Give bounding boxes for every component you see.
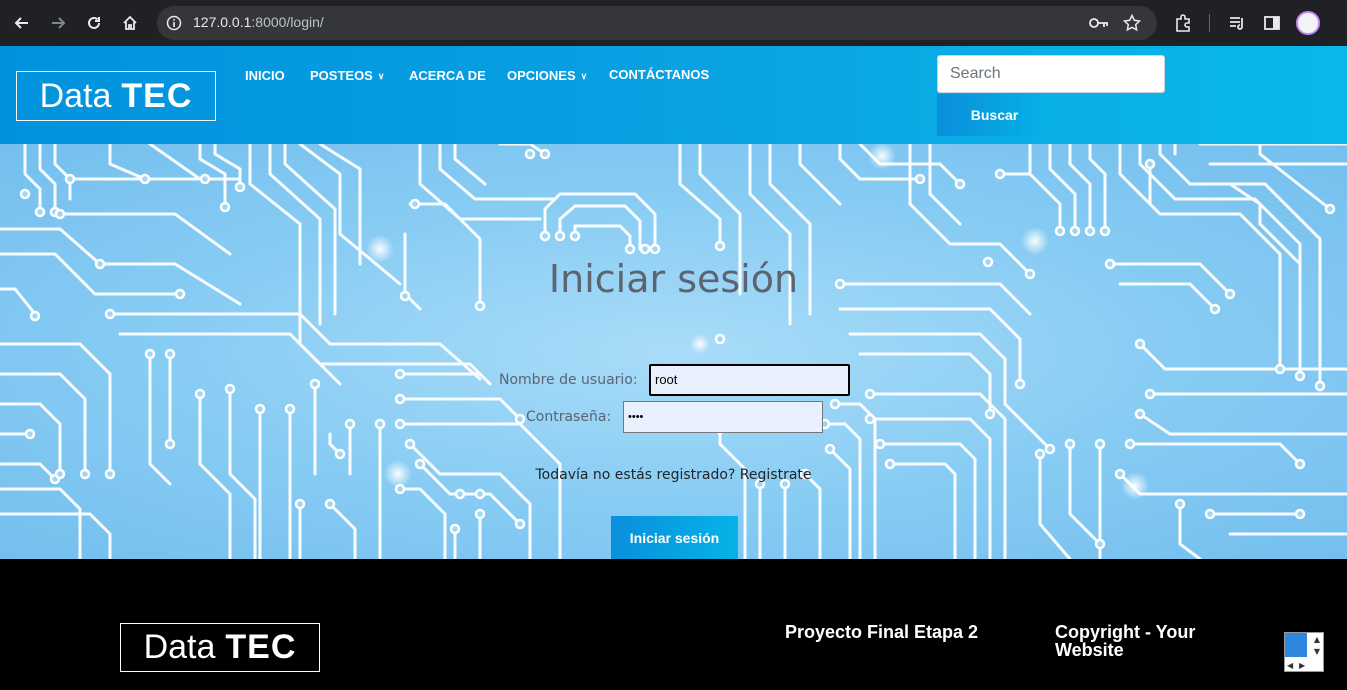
sidebar-icon[interactable] <box>1260 11 1284 35</box>
username-input[interactable]: root <box>649 364 850 396</box>
password-value: •••• <box>628 411 644 423</box>
nav-posteos-label: POSTEOS <box>310 68 373 83</box>
key-icon[interactable] <box>1089 13 1109 33</box>
nav-inicio-label: INICIO <box>245 68 285 83</box>
chevron-left-icon[interactable]: ◀ <box>1287 661 1293 670</box>
nav-opciones-label: OPCIONES <box>507 68 576 83</box>
chevron-down-icon: ∨ <box>377 71 385 81</box>
login-section: Iniciar sesión Nombre de usuario: root C… <box>0 144 1347 559</box>
login-button-label: Iniciar sesión <box>629 529 720 546</box>
nav-acerca-de-label: ACERCA DE <box>409 68 486 83</box>
browser-toolbar: 127.0.0.1:8000/login/ <box>0 0 1347 46</box>
chevron-up-icon[interactable]: ▲ <box>1314 635 1320 644</box>
chevron-down-icon[interactable]: ▼ <box>1314 647 1320 656</box>
chevron-right-icon[interactable]: ▶ <box>1299 661 1305 670</box>
search-input[interactable]: Search <box>937 55 1165 93</box>
nav-contactanos[interactable]: CONTÁCTANOS <box>609 67 709 82</box>
username-label: Nombre de usuario: <box>499 372 638 388</box>
reload-icon[interactable] <box>82 11 106 35</box>
chevron-down-icon: ∨ <box>580 71 588 81</box>
home-icon[interactable] <box>118 11 142 35</box>
forward-icon[interactable] <box>46 11 70 35</box>
footer-logo[interactable]: Data TEC <box>120 623 320 672</box>
url-path: :8000/login/ <box>251 14 324 30</box>
logo-text-bold: TEC <box>121 76 193 115</box>
login-button[interactable]: Iniciar sesión <box>611 516 738 559</box>
url-host: 127.0.0.1 <box>193 14 252 30</box>
circuit-background <box>0 144 1347 559</box>
register-text: Todavía no estás registrado? <box>535 467 736 483</box>
register-prompt: Todavía no estás registrado? Registrate <box>0 467 1347 483</box>
address-bar[interactable]: 127.0.0.1:8000/login/ <box>157 6 1157 40</box>
footer-copyright: Copyright - Your Website <box>1055 623 1195 659</box>
site-footer: Data TEC Proyecto Final Etapa 2 Copyrigh… <box>0 559 1347 690</box>
register-link[interactable]: Registrate <box>740 467 812 483</box>
profile-avatar[interactable] <box>1296 11 1320 35</box>
back-icon[interactable] <box>10 11 34 35</box>
password-label: Contraseña: <box>526 409 612 425</box>
site-logo[interactable]: Data TEC <box>16 71 216 121</box>
toolbar-divider <box>1209 14 1210 32</box>
footer-logo-text-light: Data <box>143 628 216 666</box>
login-title: Iniciar sesión <box>548 257 799 301</box>
footer-copyright-line2: Website <box>1055 640 1124 660</box>
footer-logo-text-bold: TEC <box>225 628 297 666</box>
nav-opciones[interactable]: OPCIONES ∨ <box>507 68 587 83</box>
star-icon[interactable] <box>1122 13 1142 33</box>
logo-text-light: Data <box>39 76 112 115</box>
search-button-label: Buscar <box>970 107 1019 123</box>
nav-inicio[interactable]: INICIO <box>245 68 285 83</box>
nav-acerca-de[interactable]: ACERCA DE <box>409 68 486 83</box>
nav-contactanos-label: CONTÁCTANOS <box>609 67 710 82</box>
username-value: root <box>655 372 678 387</box>
extensions-icon[interactable] <box>1171 11 1195 35</box>
search-button[interactable]: Buscar <box>937 94 1052 136</box>
media-icon[interactable] <box>1225 11 1249 35</box>
site-header: Data TEC INICIO POSTEOS ∨ ACERCA DE OPCIO… <box>0 46 1347 144</box>
info-icon[interactable] <box>165 14 183 32</box>
nav-posteos[interactable]: POSTEOS ∨ <box>310 68 384 83</box>
password-input[interactable]: •••• <box>623 401 823 433</box>
footer-project: Proyecto Final Etapa 2 <box>785 622 979 642</box>
url-text: 127.0.0.1:8000/login/ <box>193 14 324 30</box>
scroll-widget[interactable]: ▲ ▼ ◀ ▶ <box>1284 632 1324 672</box>
scroll-thumb[interactable] <box>1285 633 1307 657</box>
footer-copyright-line1: Copyright - Your <box>1055 622 1196 642</box>
search-placeholder: Search <box>950 65 1001 82</box>
